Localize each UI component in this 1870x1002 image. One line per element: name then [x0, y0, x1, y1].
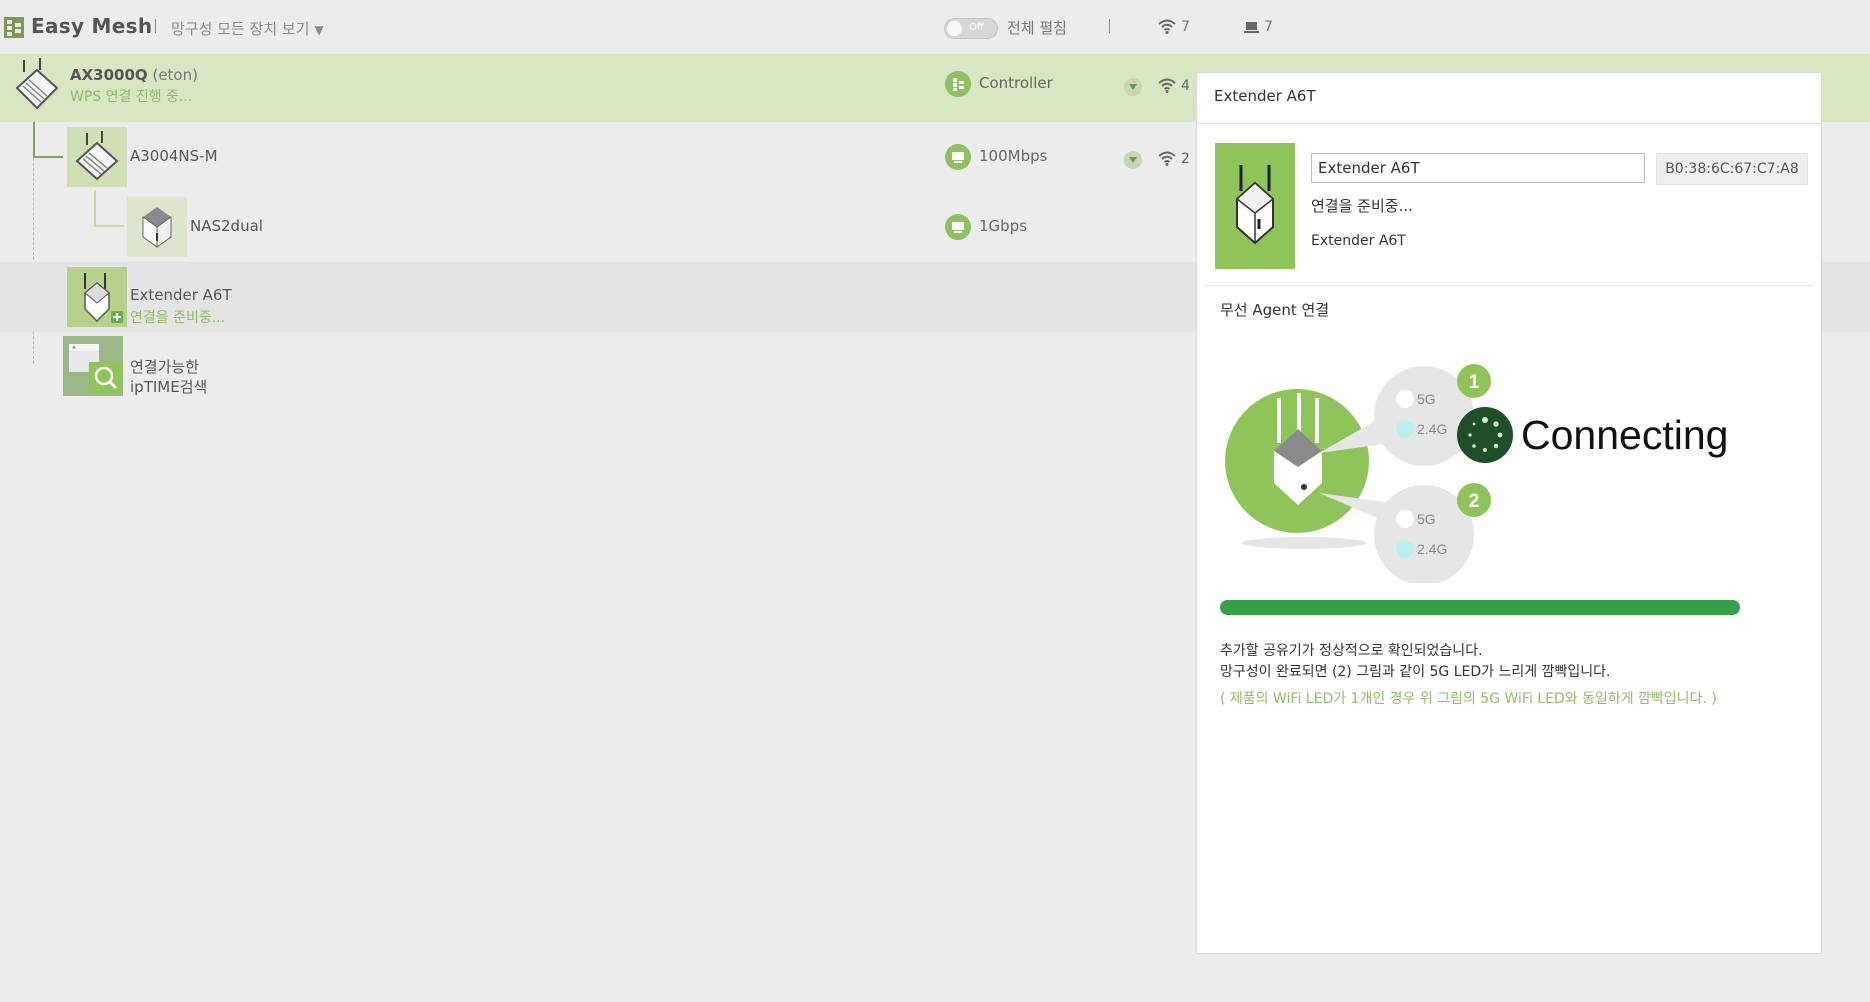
- section-title: 무선 Agent 연결: [1220, 301, 1330, 319]
- root-expand-dropdown[interactable]: [1124, 78, 1142, 96]
- root-wifi-count: 4: [1158, 78, 1190, 94]
- extender-icon: [84, 273, 123, 323]
- device-name-input[interactable]: [1311, 153, 1645, 183]
- wired-count-value: 7: [1264, 19, 1273, 35]
- step-2-badge: 2: [1469, 491, 1480, 512]
- top-bar: Easy Mesh 망구성 모든 장치 보기 ▼ Off 전체 펼침 7 7: [0, 0, 1870, 57]
- dropdown-caret-icon: ▼: [314, 23, 324, 37]
- panel-status: 연결을 준비중...: [1311, 197, 1413, 215]
- nas2dual-thumbnail: [127, 197, 187, 257]
- view-all-devices-dropdown[interactable]: 망구성 모든 장치 보기 ▼: [171, 18, 324, 39]
- message-line-1: 추가할 공유기가 정상적으로 확인되었습니다.: [1220, 643, 1483, 659]
- toggle-knob: [947, 21, 962, 36]
- connecting-label: Connecting: [1521, 412, 1728, 458]
- step-1-badge: 1: [1469, 372, 1480, 393]
- a3004ns-m-expand-dropdown[interactable]: [1124, 151, 1142, 169]
- mac-address: B0:38:6C:67:C7:A8: [1656, 153, 1808, 185]
- band-24g-label-1: 2.4G: [1417, 421, 1447, 437]
- connection-progress-bar: [1220, 600, 1740, 615]
- wifi-icon: [1158, 78, 1176, 93]
- wired-link-icon: [945, 214, 971, 240]
- root-status: WPS 연결 진행 중...: [70, 89, 193, 105]
- panel-title: Extender A6T: [1214, 87, 1316, 105]
- brand-title: Easy Mesh: [31, 14, 153, 38]
- band-5g-label-2: 5G: [1417, 511, 1436, 527]
- nas2dual-name: NAS2dual: [190, 217, 263, 235]
- extender-a6t-thumbnail: [67, 267, 127, 327]
- band-5g-label-1: 5G: [1417, 391, 1436, 407]
- root-owner: (eton): [152, 66, 198, 84]
- wireless-connect-illustration: 5G 2.4G 5G 2.4G 1 2 Connecting: [1225, 364, 1728, 583]
- band-24g-label-2: 2.4G: [1417, 541, 1447, 557]
- panel-divider: [1205, 285, 1813, 286]
- wired-link-icon: [945, 144, 971, 170]
- separator: [1109, 19, 1110, 33]
- root-device-name: AX3000Q (eton): [70, 66, 198, 84]
- panel-device-thumbnail: [1215, 143, 1295, 269]
- router-thumbnail: [13, 58, 73, 118]
- root-link-label: Controller: [979, 74, 1053, 92]
- a3004ns-m-name: A3004NS-M: [130, 147, 218, 165]
- a3004ns-m-wifi-value: 2: [1181, 151, 1190, 167]
- easy-mesh-logo-icon: [4, 17, 24, 38]
- search-device-icon: [69, 344, 121, 394]
- expand-all-label: 전체 펼침: [1007, 19, 1067, 37]
- router-icon: [15, 58, 59, 110]
- a3004ns-m-link-label: 100Mbps: [979, 147, 1048, 165]
- router-icon: [75, 131, 119, 181]
- search-thumbnail: [63, 336, 123, 396]
- controller-icon: [945, 71, 971, 97]
- nas2dual-link-label: 1Gbps: [979, 217, 1028, 235]
- wifi-client-count: 7: [1158, 19, 1190, 35]
- search-line2: ipTIME검색: [130, 378, 208, 396]
- wifi-icon: [1158, 151, 1176, 166]
- root-name: AX3000Q: [70, 66, 148, 84]
- root-wifi-value: 4: [1181, 78, 1190, 94]
- device-detail-panel: Extender A6T B0:38:6C:67:C7:A8 연결을 준비중..…: [1196, 72, 1822, 954]
- search-line1: 연결가능한: [130, 358, 200, 376]
- separator: [155, 19, 156, 33]
- expand-all-toggle[interactable]: Off: [944, 18, 998, 39]
- nas-icon: [142, 207, 172, 248]
- note-line: ( 제품의 WiFi LED가 1개인 경우 위 그림의 5G WiFi LED…: [1220, 691, 1717, 707]
- extender-a6t-status: 연결을 준비중...: [130, 310, 226, 326]
- extender-a6t-name: Extender A6T: [130, 286, 232, 304]
- view-all-label: 망구성 모든 장치 보기: [171, 20, 310, 38]
- toggle-state-label: Off: [969, 22, 984, 33]
- wifi-count-value: 7: [1181, 19, 1190, 35]
- a3004ns-m-thumbnail: [67, 127, 127, 187]
- panel-divider: [1197, 123, 1821, 124]
- loading-spinner-icon: [1457, 407, 1513, 463]
- a3004ns-m-wifi-count: 2: [1158, 151, 1190, 167]
- message-line-2: 망구성이 완료되면 (2) 그림과 같이 5G LED가 느리게 깜빡입니다.: [1220, 664, 1611, 680]
- monitor-icon: [1244, 22, 1259, 33]
- wired-client-count: 7: [1244, 19, 1273, 35]
- wifi-icon: [1158, 19, 1176, 34]
- extender-icon: [1235, 165, 1275, 245]
- panel-model: Extender A6T: [1311, 233, 1406, 249]
